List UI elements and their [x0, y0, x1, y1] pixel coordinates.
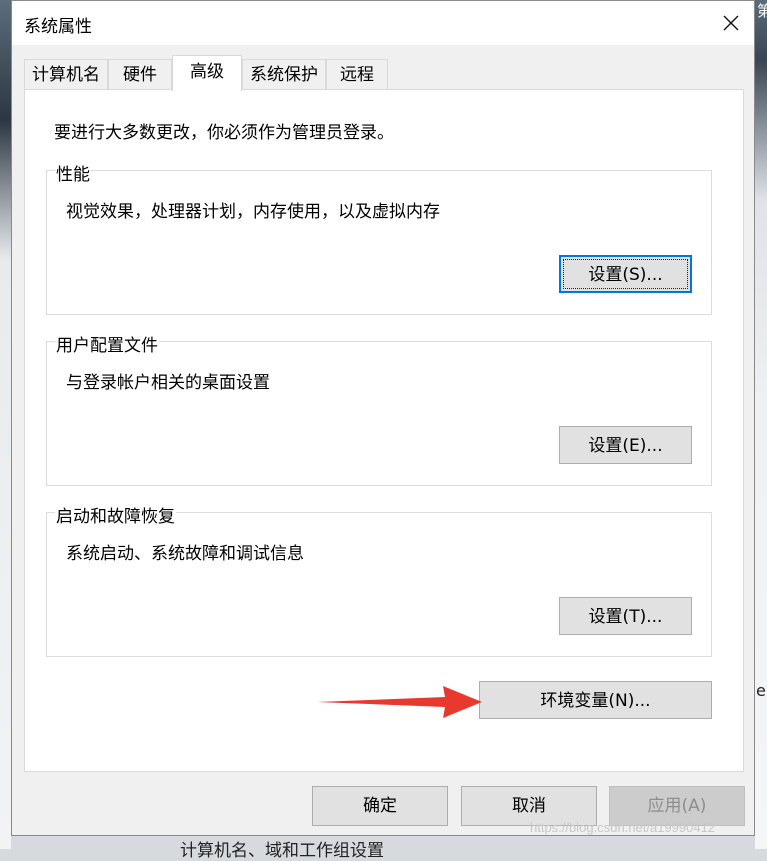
- title-bar: 系统属性: [12, 1, 754, 45]
- tab-hardware[interactable]: 硬件: [108, 59, 172, 89]
- startup-recovery-description: 系统启动、系统故障和调试信息: [66, 544, 304, 564]
- environment-variables-button[interactable]: 环境变量(N)...: [479, 681, 712, 719]
- window-title: 系统属性: [24, 17, 92, 37]
- background-window-left: [0, 0, 11, 849]
- tab-advanced[interactable]: 高级: [172, 55, 242, 91]
- tab-remote[interactable]: 远程: [326, 59, 388, 89]
- performance-group: 性能 视觉效果，处理器计划，内存使用，以及虚拟内存 设置(S)...: [46, 160, 712, 315]
- user-profiles-settings-button[interactable]: 设置(E)...: [559, 426, 692, 464]
- ok-button[interactable]: 确定: [312, 786, 448, 826]
- performance-description: 视觉效果，处理器计划，内存使用，以及虚拟内存: [66, 202, 440, 222]
- close-icon: [723, 15, 739, 31]
- close-button[interactable]: [708, 1, 754, 45]
- admin-notice: 要进行大多数更改，你必须作为管理员登录。: [54, 123, 394, 143]
- startup-recovery-group-title: 启动和故障恢复: [55, 502, 176, 527]
- tab-system-protection[interactable]: 系统保护: [242, 59, 326, 89]
- startup-recovery-settings-button[interactable]: 设置(T)...: [559, 597, 692, 635]
- tab-computer-name[interactable]: 计算机名: [24, 59, 108, 89]
- watermark: https://blog.csdn.net/a19990412: [530, 820, 716, 835]
- user-profiles-group-title: 用户配置文件: [55, 331, 159, 356]
- performance-settings-button[interactable]: 设置(S)...: [559, 255, 692, 293]
- background-right-text: 第: [757, 2, 767, 20]
- background-window-right: [755, 0, 767, 849]
- user-profiles-description: 与登录帐户相关的桌面设置: [66, 373, 270, 393]
- startup-recovery-group: 启动和故障恢复 系统启动、系统故障和调试信息 设置(T)...: [46, 502, 712, 657]
- user-profiles-group: 用户配置文件 与登录帐户相关的桌面设置 设置(E)...: [46, 331, 712, 486]
- red-arrow-annotation: [317, 686, 482, 718]
- background-right-mid-text: e: [756, 681, 766, 700]
- performance-group-title: 性能: [55, 160, 91, 185]
- advanced-tab-panel: 要进行大多数更改，你必须作为管理员登录。 性能 视觉效果，处理器计划，内存使用，…: [24, 89, 744, 772]
